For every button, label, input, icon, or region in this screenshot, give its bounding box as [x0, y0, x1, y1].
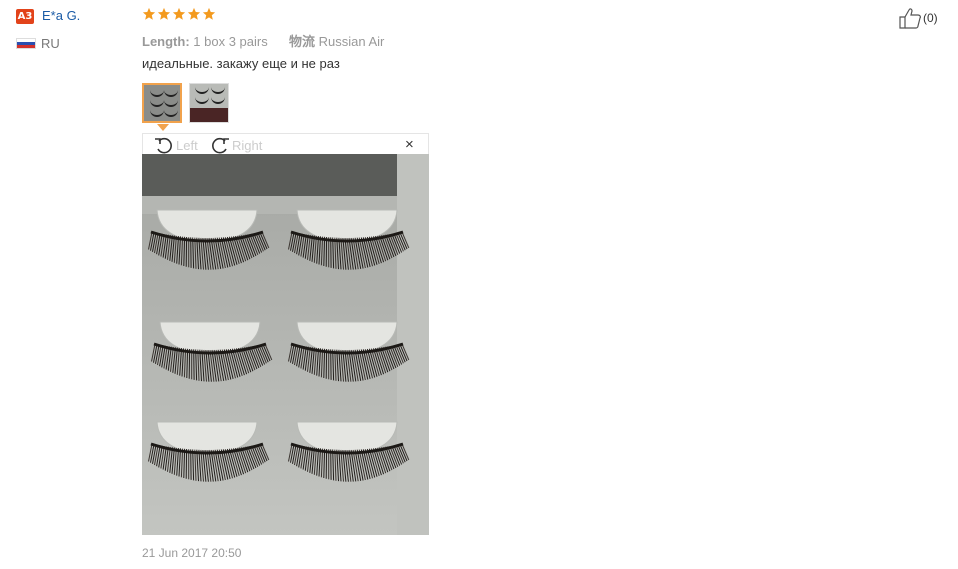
review-text: идеальные. закажу еще и не раз	[142, 56, 340, 71]
eyelash-tray-image	[142, 154, 429, 535]
rotate-right-label: Right	[232, 137, 263, 153]
star-rating	[142, 7, 216, 21]
buyer-level-badge: A3	[16, 9, 34, 24]
property-value: 1 box 3 pairs	[193, 34, 268, 49]
rotate-left-label: Left	[176, 137, 198, 153]
star-icon	[142, 7, 156, 21]
reviewer-name[interactable]: E*a G.	[42, 8, 80, 23]
thumbs-up-icon	[899, 8, 921, 29]
rotate-right-button[interactable]: Right	[209, 135, 262, 155]
selected-thumbnail-caret	[157, 124, 169, 131]
review-photo-thumbnail[interactable]	[142, 83, 182, 123]
close-viewer-button[interactable]: ×	[405, 137, 414, 152]
review-photo-large	[142, 154, 429, 535]
property-key: 物流	[288, 34, 315, 49]
rotate-left-icon	[155, 137, 172, 154]
star-icon	[172, 7, 186, 21]
star-icon	[187, 7, 201, 21]
review-date: 21 Jun 2017 20:50	[142, 546, 242, 560]
star-icon	[157, 7, 171, 21]
star-icon	[202, 7, 216, 21]
property-value: Russian Air	[318, 34, 385, 49]
photo-viewer-toolbar: Left Right ×	[142, 133, 429, 154]
rotate-left-button[interactable]: Left	[153, 135, 198, 155]
helpful-button[interactable]: (0)	[898, 7, 938, 29]
order-properties: Length: 1 box 3 pairs 物流 Russian Air	[142, 31, 384, 50]
review-photo-thumbnail[interactable]	[189, 83, 229, 123]
reviewer-country: RU	[41, 36, 60, 51]
rotate-right-icon	[212, 137, 229, 154]
property-key: Length:	[142, 34, 190, 49]
helpful-count: (0)	[923, 11, 938, 25]
country-flag-icon	[16, 38, 36, 49]
